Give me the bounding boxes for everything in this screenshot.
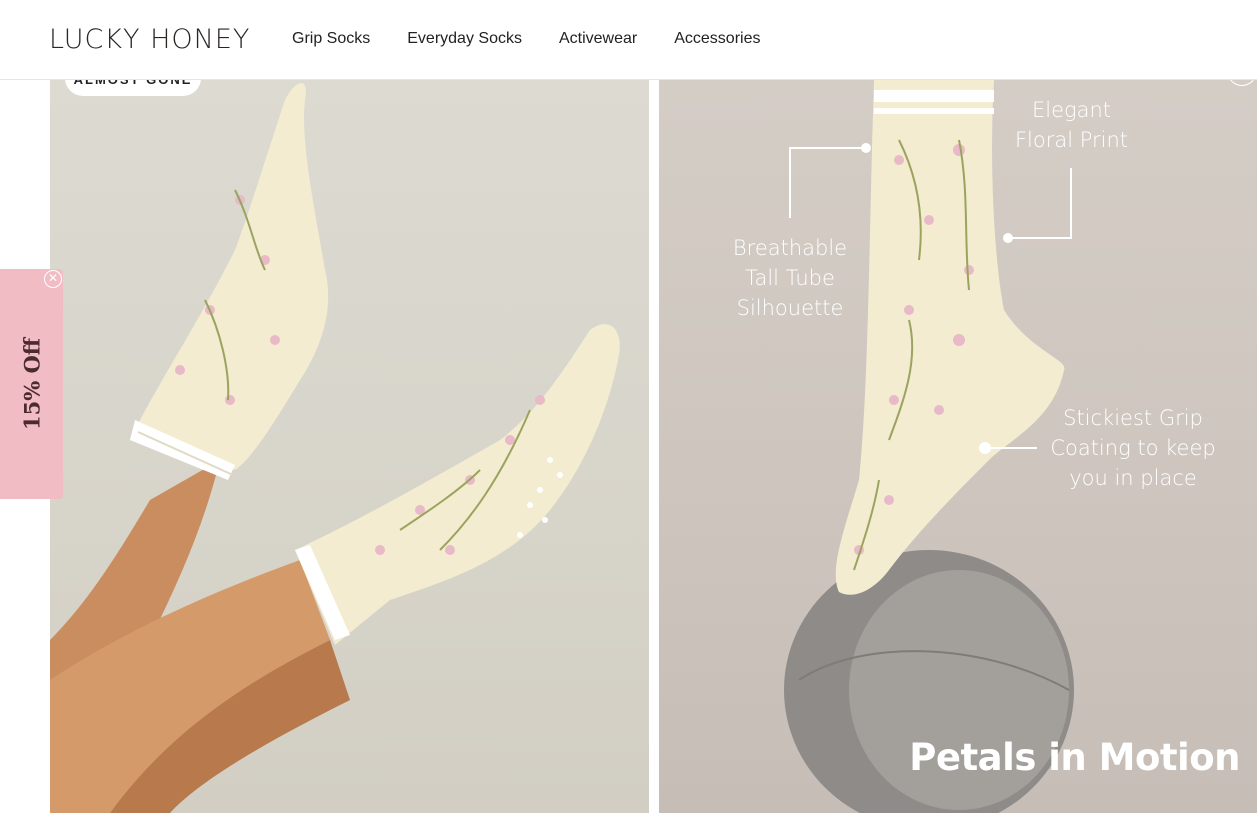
annotation-floral: Elegant Floral Print (1014, 98, 1129, 152)
socks-legs-illustration (50, 83, 620, 813)
discount-tab[interactable]: 15% Off ✕ (0, 269, 63, 499)
annotation-tube: Breathable Tall Tube Silhouette (732, 236, 848, 320)
close-icon[interactable]: ✕ (44, 270, 62, 288)
discount-label: 15% Off (19, 337, 44, 431)
site-header: LUCKY HONEY Grip Socks Everyday Socks Ac… (0, 0, 1257, 80)
nav-grip-socks[interactable]: Grip Socks (292, 30, 370, 48)
hero-image-left[interactable]: ALMOST GONE (50, 80, 649, 813)
nav-activewear[interactable]: Activewear (559, 30, 637, 48)
main-nav: Grip Socks Everyday Socks Activewear Acc… (292, 30, 797, 48)
almost-gone-badge: ALMOST GONE (65, 80, 201, 96)
hero-image-right[interactable]: Elegant Floral Print Breathable Tall Tub… (659, 80, 1257, 813)
hero-headline: Petals in Motion (909, 736, 1240, 779)
nav-everyday-socks[interactable]: Everyday Socks (407, 30, 522, 48)
annotation-grip: Stickiest Grip Coating to keep you in pl… (1050, 406, 1216, 490)
brand-logo[interactable]: LUCKY HONEY (49, 24, 250, 55)
nav-accessories[interactable]: Accessories (674, 30, 760, 48)
